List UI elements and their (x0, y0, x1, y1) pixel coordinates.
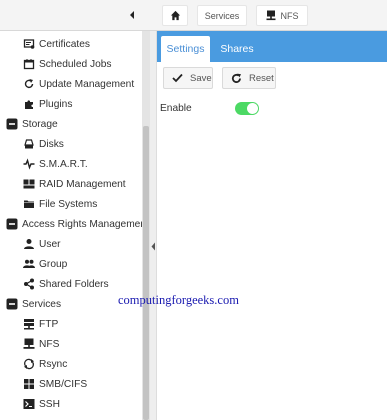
sidebar-item-label: FTP (39, 318, 59, 330)
save-button-label: Save (190, 72, 212, 84)
sidebar-item-ssh[interactable]: SSH (0, 394, 142, 414)
raid-icon (22, 178, 35, 191)
tab-settings[interactable]: Settings (161, 36, 210, 62)
sidebar-item-label: Scheduled Jobs (39, 58, 112, 70)
sidebar-item-label: Rsync (39, 358, 68, 370)
enable-toggle[interactable] (235, 102, 259, 115)
sidebar-item-user[interactable]: User (0, 234, 142, 254)
sidebar-item-label: Certificates (39, 38, 90, 50)
sidebar-item-label: SSH (39, 398, 60, 410)
share-icon (22, 278, 35, 291)
puzzle-icon (22, 98, 35, 111)
reset-button[interactable]: Reset (222, 67, 276, 89)
sidebar-item-update-management[interactable]: Update Management (0, 74, 142, 94)
reset-button-label: Reset (249, 72, 274, 84)
sidebar-item-label: Services (22, 298, 62, 310)
rsync-icon (22, 358, 35, 371)
check-icon (172, 73, 183, 83)
refresh-icon (22, 78, 35, 91)
windows-icon (22, 378, 35, 391)
sidebar-item-label: NFS (39, 338, 60, 350)
sidebar-item-label: Storage (22, 118, 58, 130)
sidebar-nav: Certificates Scheduled Jobs Update Managem… (0, 31, 150, 420)
collapse-minus-icon (5, 118, 18, 131)
breadcrumb-nfs-label: NFS (280, 10, 299, 21)
group-icon (22, 258, 35, 271)
sidebar-item-s-m-a-r-t[interactable]: S.M.A.R.T. (0, 154, 142, 174)
tab-shares[interactable]: Shares (214, 36, 260, 62)
sidebar-item-label: Group (39, 258, 68, 270)
heartbeat-icon (22, 158, 35, 171)
user-icon (22, 238, 35, 251)
sidebar-group-access-rights-management[interactable]: Access Rights Management (0, 214, 149, 234)
server-icon (22, 318, 35, 331)
nfs-icon (266, 10, 275, 21)
sidebar-item-label: Access Rights Management (22, 218, 149, 230)
collapse-minus-icon (5, 298, 18, 311)
tab-bar: Settings Shares (157, 31, 387, 62)
main-panel: Settings Shares Save Reset Enable (157, 31, 387, 420)
sidebar-item-scheduled-jobs[interactable]: Scheduled Jobs (0, 54, 142, 74)
enable-label: Enable (160, 103, 192, 114)
sidebar-item-label: Update Management (39, 78, 135, 90)
disk-icon (22, 138, 35, 151)
sidebar-item-file-systems[interactable]: File Systems (0, 194, 142, 214)
watermark-text: computingforgeeks.com (118, 293, 239, 307)
folder-icon (22, 198, 35, 211)
sidebar-item-certificates[interactable]: Certificates (0, 34, 142, 54)
tab-settings-label: Settings (166, 43, 205, 55)
sidebar-item-label: S.M.A.R.T. (39, 158, 88, 170)
sidebar-item-label: RAID Management (39, 178, 126, 190)
certificate-icon (22, 38, 35, 51)
collapse-sidebar-arrow-icon[interactable] (126, 8, 138, 22)
sidebar-item-label: Shared Folders (39, 278, 109, 290)
nfs-icon (22, 338, 35, 351)
sidebar-item-label: Plugins (39, 98, 73, 110)
sidebar-item-label: Disks (39, 138, 64, 150)
sidebar-item-rsync[interactable]: Rsync (0, 354, 142, 374)
sidebar-item-ftp[interactable]: FTP (0, 314, 142, 334)
sidebar-item-shared-folders[interactable]: Shared Folders (0, 274, 142, 294)
breadcrumb-home[interactable] (162, 5, 188, 26)
sidebar-item-nfs[interactable]: NFS (0, 334, 142, 354)
enable-toggle-knob (247, 103, 258, 114)
panel-splitter[interactable] (150, 31, 157, 420)
sidebar-scrollbar-thumb[interactable] (143, 126, 149, 420)
sidebar-group-storage[interactable]: Storage (0, 114, 142, 134)
breadcrumb-services[interactable]: Services (197, 5, 247, 26)
sidebar-item-raid-management[interactable]: RAID Management (0, 174, 142, 194)
tab-shares-label: Shares (220, 43, 254, 55)
calendar-icon (22, 58, 35, 71)
top-bar: Services NFS (0, 0, 387, 31)
sidebar-item-group[interactable]: Group (0, 254, 142, 274)
sidebar-item-label: File Systems (39, 198, 98, 210)
breadcrumb-services-label: Services (204, 10, 240, 21)
sidebar-item-label: SMB/CIFS (39, 378, 88, 390)
splitter-collapse-icon[interactable] (151, 242, 156, 251)
sidebar-item-label: User (39, 238, 61, 250)
save-button[interactable]: Save (163, 67, 213, 89)
sidebar-item-smb-cifs[interactable]: SMB/CIFS (0, 374, 142, 394)
reset-icon (231, 73, 241, 83)
terminal-icon (22, 398, 35, 411)
sidebar-item-disks[interactable]: Disks (0, 134, 142, 154)
sidebar-item-plugins[interactable]: Plugins (0, 94, 142, 114)
home-icon (170, 10, 180, 21)
breadcrumb-nfs[interactable]: NFS (256, 5, 308, 26)
collapse-minus-icon (5, 218, 18, 231)
